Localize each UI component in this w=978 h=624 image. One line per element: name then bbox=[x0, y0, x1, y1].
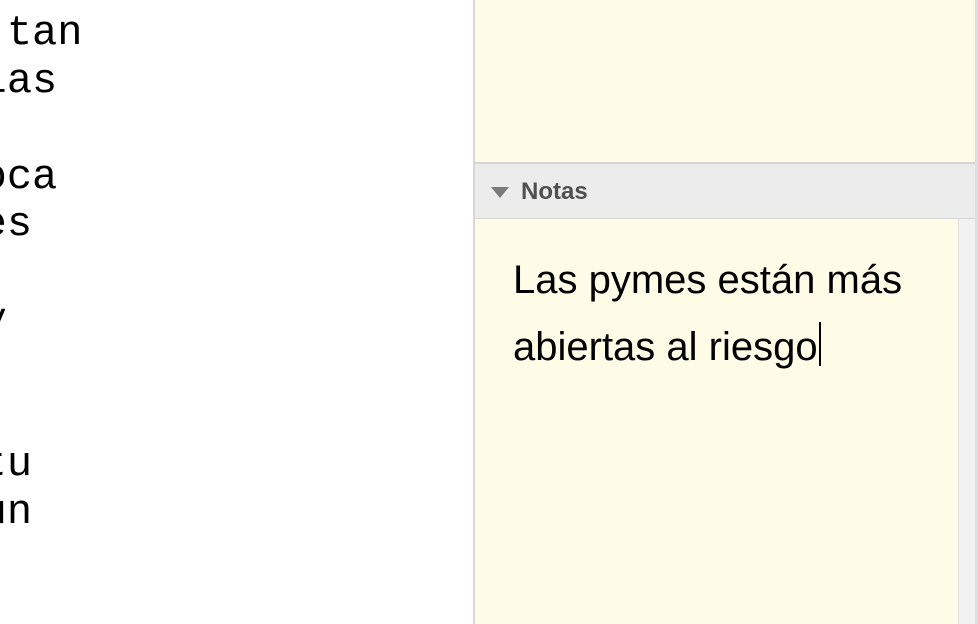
notes-section-label: Notas bbox=[521, 178, 588, 206]
synopsis-panel[interactable] bbox=[475, 0, 978, 163]
document-editor[interactable]: presumir los casos no tan .. que las gen… bbox=[0, 0, 474, 624]
text-cursor bbox=[819, 322, 821, 366]
disclosure-triangle-icon[interactable] bbox=[491, 187, 509, 198]
inspector-panel: Notas Las pymes están más abiertas al ri… bbox=[474, 0, 978, 624]
notes-editor[interactable]: Las pymes están más abiertas al riesgo bbox=[475, 219, 978, 624]
document-text: presumir los casos no tan .. que las gen… bbox=[0, 0, 82, 624]
notes-text: Las pymes están más abiertas al riesgo bbox=[513, 247, 940, 381]
notes-section-header[interactable]: Notas bbox=[475, 163, 978, 219]
